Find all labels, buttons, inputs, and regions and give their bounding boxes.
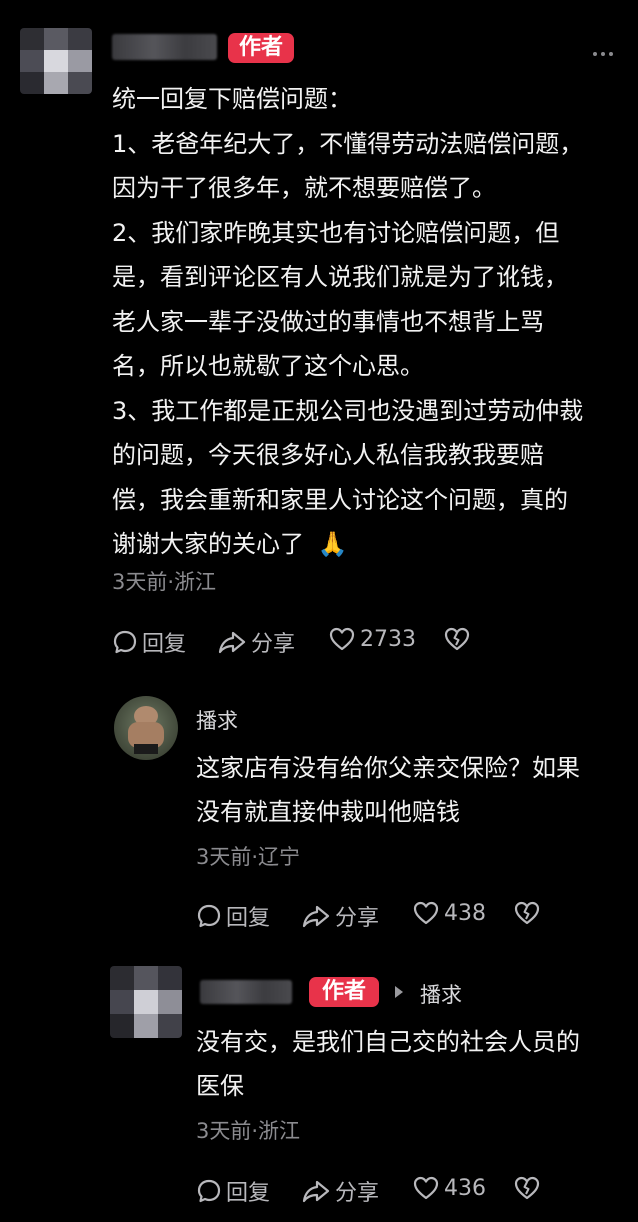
comment-line: 3、我工作都是正规公司也没遇到过劳动仲裁 <box>112 396 584 425</box>
reply-line: 医保 <box>196 1072 244 1100</box>
reply-meta: 3天前·辽宁 <box>196 845 301 869</box>
reply-button[interactable]: 回复 <box>196 1175 270 1207</box>
dislike-button[interactable] <box>443 626 471 652</box>
share-button[interactable]: 分享 <box>217 626 295 658</box>
share-button[interactable]: 分享 <box>301 1175 379 1207</box>
username-blurred[interactable] <box>112 34 217 60</box>
author-badge: 作者 <box>309 977 379 1007</box>
reply-avatar[interactable] <box>114 696 178 760</box>
comment-body: 统一回复下赔偿问题： 1、老爸年纪大了，不懂得劳动法赔偿问题， 因为干了很多年，… <box>112 77 632 567</box>
pray-emoji: 🙏 <box>317 530 348 558</box>
play-triangle-icon <box>395 986 403 998</box>
like-count: 436 <box>444 1175 486 1201</box>
comment-line: 统一回复下赔偿问题： <box>112 85 352 113</box>
reply-meta: 3天前·浙江 <box>196 1119 301 1143</box>
author-badge: 作者 <box>228 33 294 63</box>
heart-icon <box>329 627 355 651</box>
reply-username[interactable]: 播求 <box>196 705 238 735</box>
reply-avatar[interactable] <box>110 966 182 1038</box>
like-count: 438 <box>444 900 486 926</box>
reply-button[interactable]: 回复 <box>196 900 270 932</box>
comment-line: 1、老爸年纪大了，不懂得劳动法赔偿问题， <box>112 129 584 158</box>
broken-heart-icon <box>444 627 470 651</box>
like-button[interactable]: 436 <box>412 1175 486 1201</box>
reply-to-username[interactable]: 播求 <box>420 979 462 1009</box>
like-button[interactable]: 2733 <box>328 626 416 652</box>
username-blurred[interactable] <box>200 980 292 1004</box>
heart-icon <box>413 1176 439 1200</box>
comment-line: 的问题，今天很多好心人私信我教我要赔 <box>112 441 544 469</box>
comment-icon <box>197 904 221 928</box>
like-button[interactable]: 438 <box>412 900 486 926</box>
comment-line: 因为干了很多年，就不想要赔偿了。 <box>112 174 496 202</box>
share-label: 分享 <box>251 632 296 657</box>
comment-line: 是，看到评论区有人说我们就是为了讹钱， <box>112 263 568 291</box>
reply-label: 回复 <box>226 1181 271 1206</box>
dislike-button[interactable] <box>513 900 541 926</box>
comment-line-text: 谢谢大家的关心了 <box>112 530 304 558</box>
comment-icon <box>197 1179 221 1203</box>
comment-meta: 3天前·浙江 <box>112 570 217 594</box>
comment-line: 老人家一辈子没做过的事情也不想背上骂 <box>112 307 544 336</box>
broken-heart-icon <box>514 1176 540 1200</box>
share-button[interactable]: 分享 <box>301 900 379 932</box>
avatar[interactable] <box>20 28 92 94</box>
comment-line: 2、我们家昨晚其实也有讨论赔偿问题，但 <box>112 218 560 247</box>
reply-body: 没有交，是我们自己交的社会人员的 医保 <box>196 1020 580 1108</box>
reply-label: 回复 <box>226 906 271 931</box>
comment-line-last: 谢谢大家的关心了 🙏 <box>112 522 632 567</box>
comment-line: 偿，我会重新和家里人讨论这个问题，真的 <box>112 485 568 514</box>
like-count: 2733 <box>360 626 416 652</box>
comment-icon <box>113 630 137 654</box>
share-icon <box>302 905 330 928</box>
share-icon <box>218 631 246 654</box>
share-label: 分享 <box>335 906 380 931</box>
reply-line: 没有就直接仲裁叫他赔钱 <box>196 798 460 826</box>
reply-button[interactable]: 回复 <box>112 626 186 658</box>
reply-label: 回复 <box>142 632 187 657</box>
reply-line: 这家店有没有给你父亲交保险？如果 <box>196 754 580 782</box>
heart-icon <box>413 901 439 925</box>
broken-heart-icon <box>514 901 540 925</box>
dislike-button[interactable] <box>513 1175 541 1201</box>
share-label: 分享 <box>335 1181 380 1206</box>
reply-body: 这家店有没有给你父亲交保险？如果 没有就直接仲裁叫他赔钱 <box>196 746 580 834</box>
reply-line: 没有交，是我们自己交的社会人员的 <box>196 1028 580 1056</box>
share-icon <box>302 1180 330 1203</box>
comment-line: 名，所以也就歇了这个心思。 <box>112 352 424 380</box>
more-icon[interactable] <box>593 52 613 56</box>
